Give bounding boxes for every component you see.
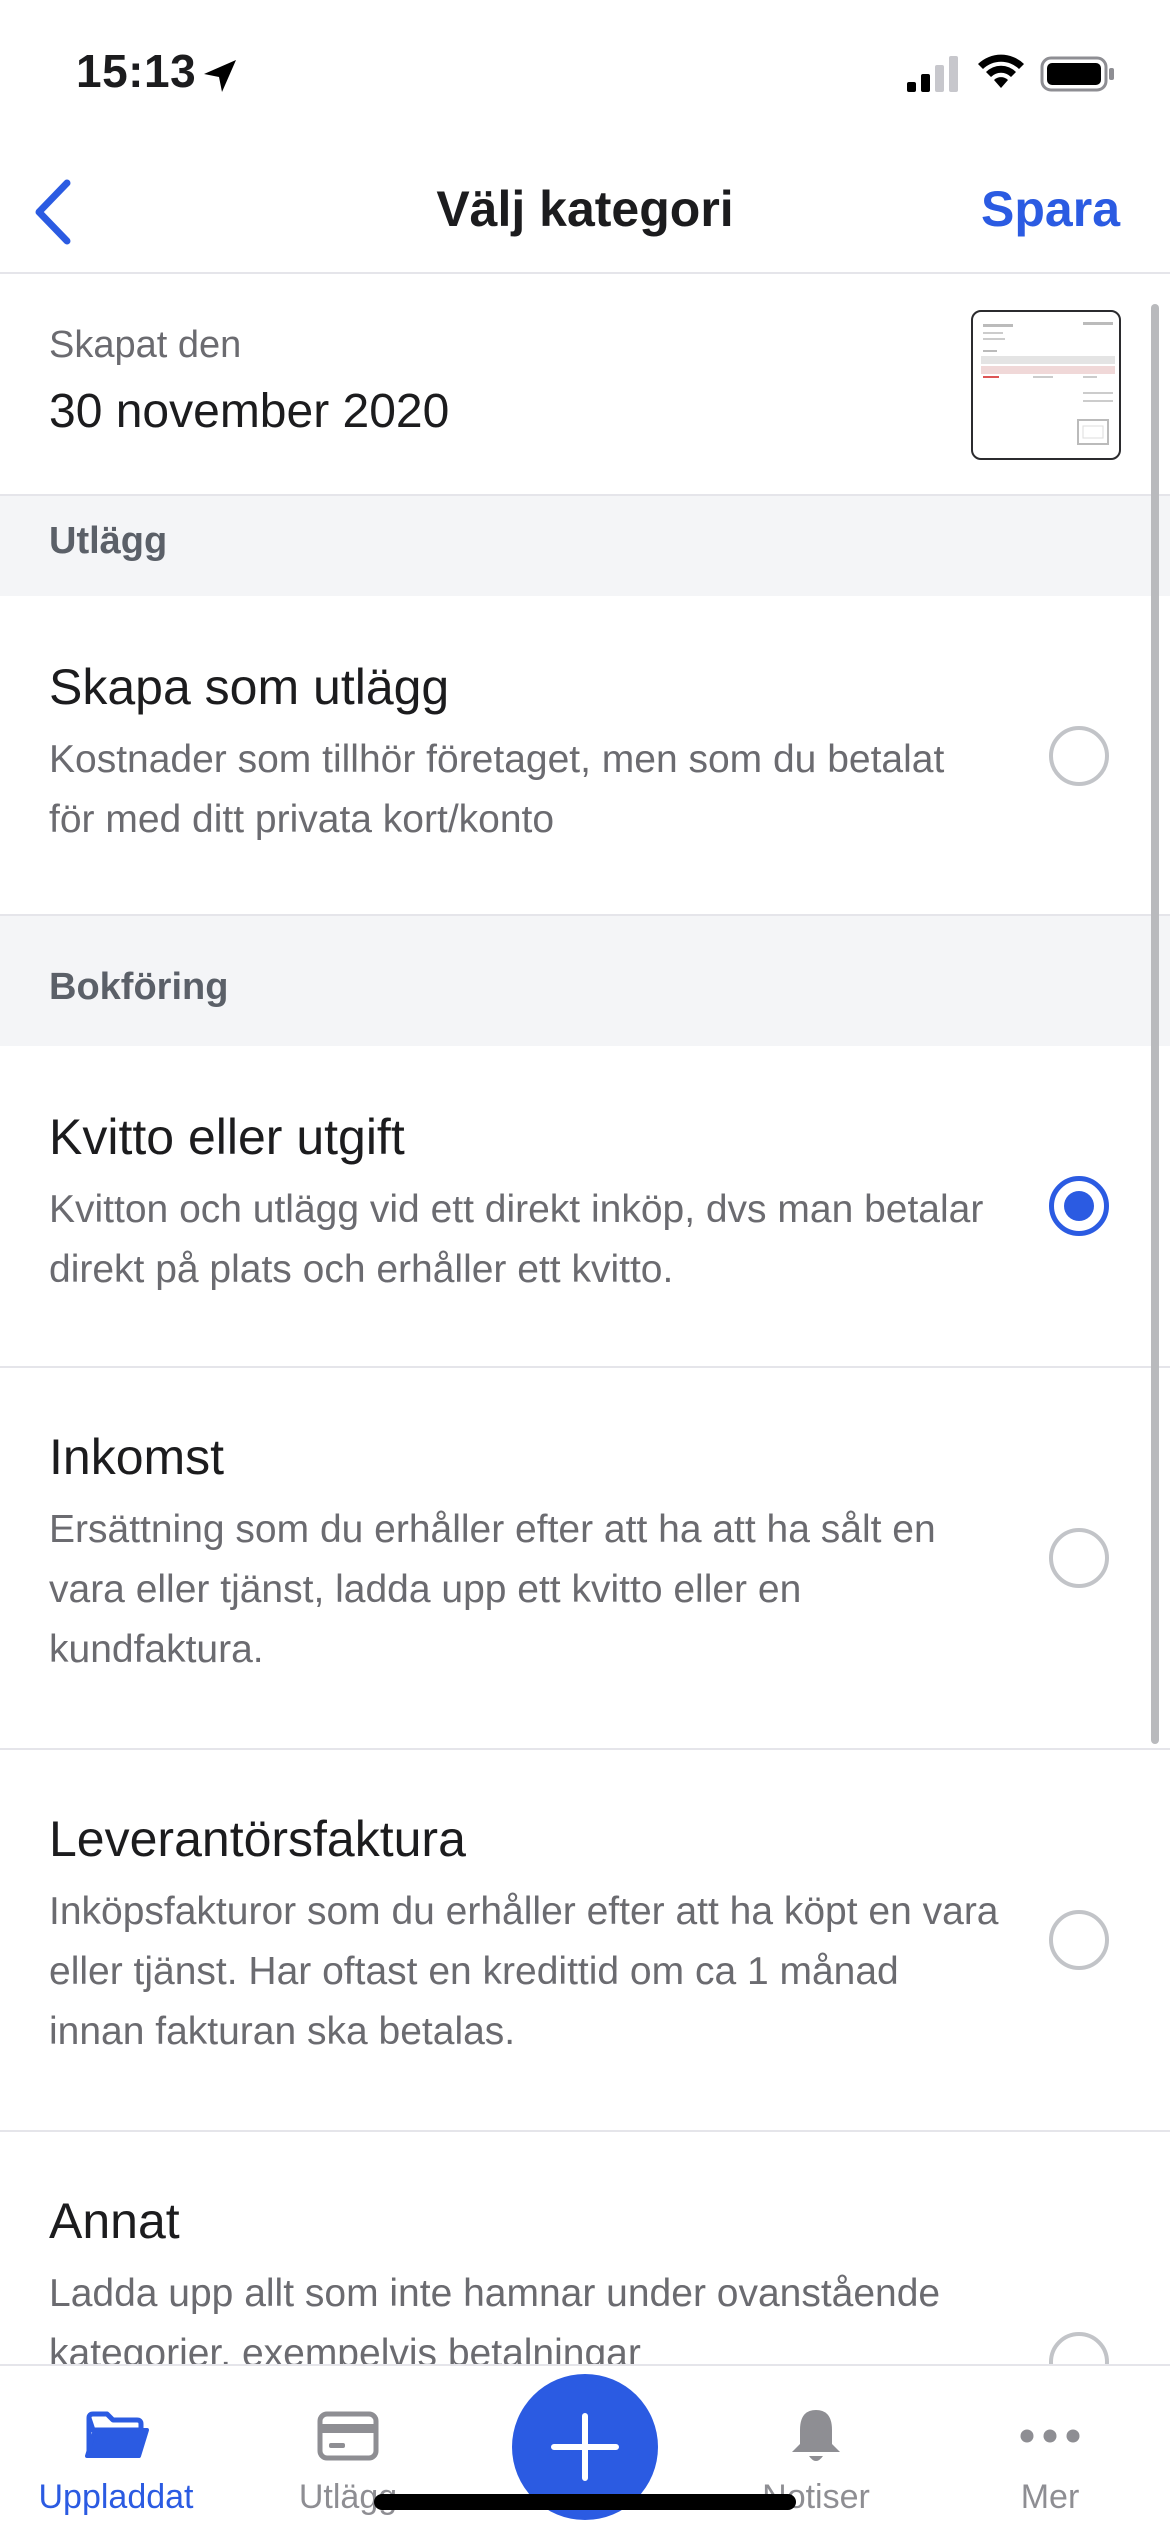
created-row: Skapat den 30 november 2020 bbox=[0, 274, 1170, 496]
tab-more[interactable]: Mer bbox=[950, 2366, 1150, 2532]
option-supplier-invoice[interactable]: Leverantörsfaktura Inköpsfakturor som du… bbox=[0, 1750, 1170, 2132]
created-label: Skapat den bbox=[49, 324, 242, 366]
plus-icon bbox=[551, 2413, 619, 2481]
option-create-expense[interactable]: Skapa som utlägg Kostnader som tillhör f… bbox=[0, 596, 1170, 916]
cellular-signal-icon bbox=[907, 56, 958, 92]
option-title: Kvitto eller utgift bbox=[49, 1109, 405, 1165]
section-title: Utlägg bbox=[49, 520, 168, 562]
section-header-bookkeeping: Bokföring bbox=[0, 916, 1170, 1046]
screen: 15:13 Välj kategori Spara Skapat den 30 … bbox=[0, 0, 1170, 2532]
battery-icon bbox=[1040, 56, 1114, 92]
radio-button[interactable] bbox=[1049, 1910, 1109, 1970]
status-time: 15:13 bbox=[76, 45, 197, 97]
radio-button[interactable] bbox=[1049, 726, 1109, 786]
radio-button[interactable] bbox=[1049, 1528, 1109, 1588]
option-income[interactable]: Inkomst Ersättning som du erhåller efter… bbox=[0, 1368, 1170, 1750]
location-arrow-icon bbox=[204, 60, 236, 92]
status-bar: 15:13 bbox=[0, 0, 1170, 150]
tab-label: Uppladdat bbox=[38, 2478, 194, 2516]
wifi-icon bbox=[978, 54, 1024, 88]
tab-uploaded[interactable]: Uppladdat bbox=[16, 2366, 216, 2532]
option-title: Inkomst bbox=[49, 1429, 225, 1485]
folder-icon bbox=[81, 2406, 151, 2466]
document-preview-icon bbox=[981, 322, 1115, 445]
tab-label: Mer bbox=[1020, 2478, 1080, 2516]
option-description: Inköpsfakturor som du erhåller efter att… bbox=[49, 1890, 999, 2053]
more-icon bbox=[1015, 2406, 1085, 2466]
section-title: Bokföring bbox=[49, 966, 229, 1008]
option-description: Ersättning som du erhåller efter att ha … bbox=[49, 1508, 936, 1671]
option-title: Annat bbox=[49, 2193, 180, 2249]
bell-icon bbox=[781, 2406, 851, 2466]
radio-button-selected[interactable] bbox=[1049, 1176, 1109, 1236]
home-indicator bbox=[374, 2494, 796, 2510]
radio-button[interactable] bbox=[1049, 2332, 1109, 2364]
scrollbar[interactable] bbox=[1151, 304, 1159, 1744]
option-other[interactable]: Annat Ladda upp allt som inte hamnar und… bbox=[0, 2132, 1170, 2364]
nav-bar: Välj kategori Spara bbox=[0, 150, 1170, 274]
save-button[interactable]: Spara bbox=[981, 180, 1120, 238]
option-description: Ladda upp allt som inte hamnar under ova… bbox=[49, 2272, 941, 2364]
option-title: Leverantörsfaktura bbox=[49, 1811, 466, 1867]
option-description: Kvitton och utlägg vid ett direkt inköp,… bbox=[49, 1188, 984, 1291]
option-title: Skapa som utlägg bbox=[49, 659, 450, 715]
created-date: 30 november 2020 bbox=[49, 385, 450, 438]
section-header-expenses: Utlägg bbox=[0, 496, 1170, 596]
option-description: Kostnader som tillhör företaget, men som… bbox=[49, 738, 945, 841]
receipt-thumbnail[interactable] bbox=[971, 310, 1121, 460]
category-list[interactable]: Skapat den 30 november 2020 Utlägg Skapa… bbox=[0, 274, 1170, 2364]
card-icon bbox=[313, 2406, 383, 2466]
option-receipt-or-expense[interactable]: Kvitto eller utgift Kvitton och utlägg v… bbox=[0, 1046, 1170, 1368]
